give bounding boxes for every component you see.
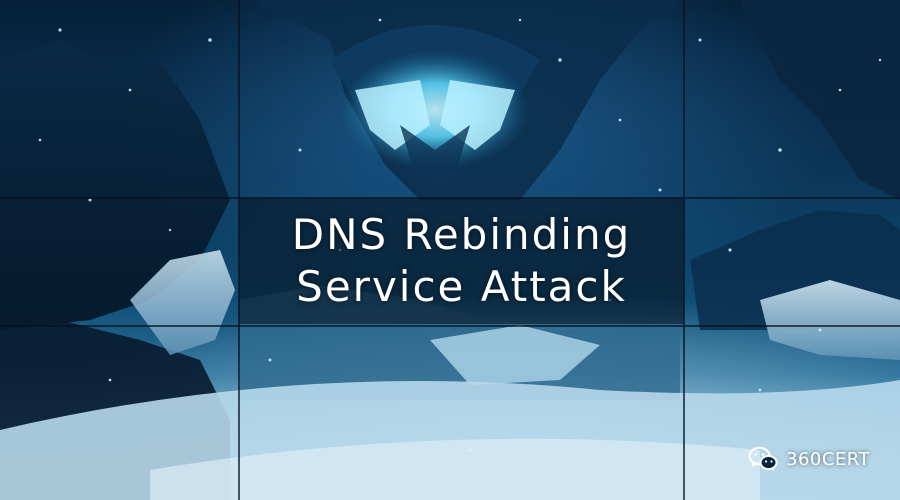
hooded-figure bbox=[255, 0, 680, 200]
wechat-icon bbox=[748, 446, 778, 471]
panel-seam-horizontal-bottom bbox=[0, 325, 900, 327]
title-line-1: DNS Rebinding bbox=[291, 210, 632, 259]
right-rocks bbox=[690, 0, 900, 360]
watermark-label: 360CERT bbox=[786, 448, 870, 470]
banner-image: DNS Rebinding Service Attack 360CERT bbox=[0, 0, 900, 500]
title-line-2: Service Attack bbox=[296, 262, 627, 311]
watermark: 360CERT bbox=[748, 446, 870, 472]
title-overlay: DNS Rebinding Service Attack bbox=[239, 198, 684, 324]
